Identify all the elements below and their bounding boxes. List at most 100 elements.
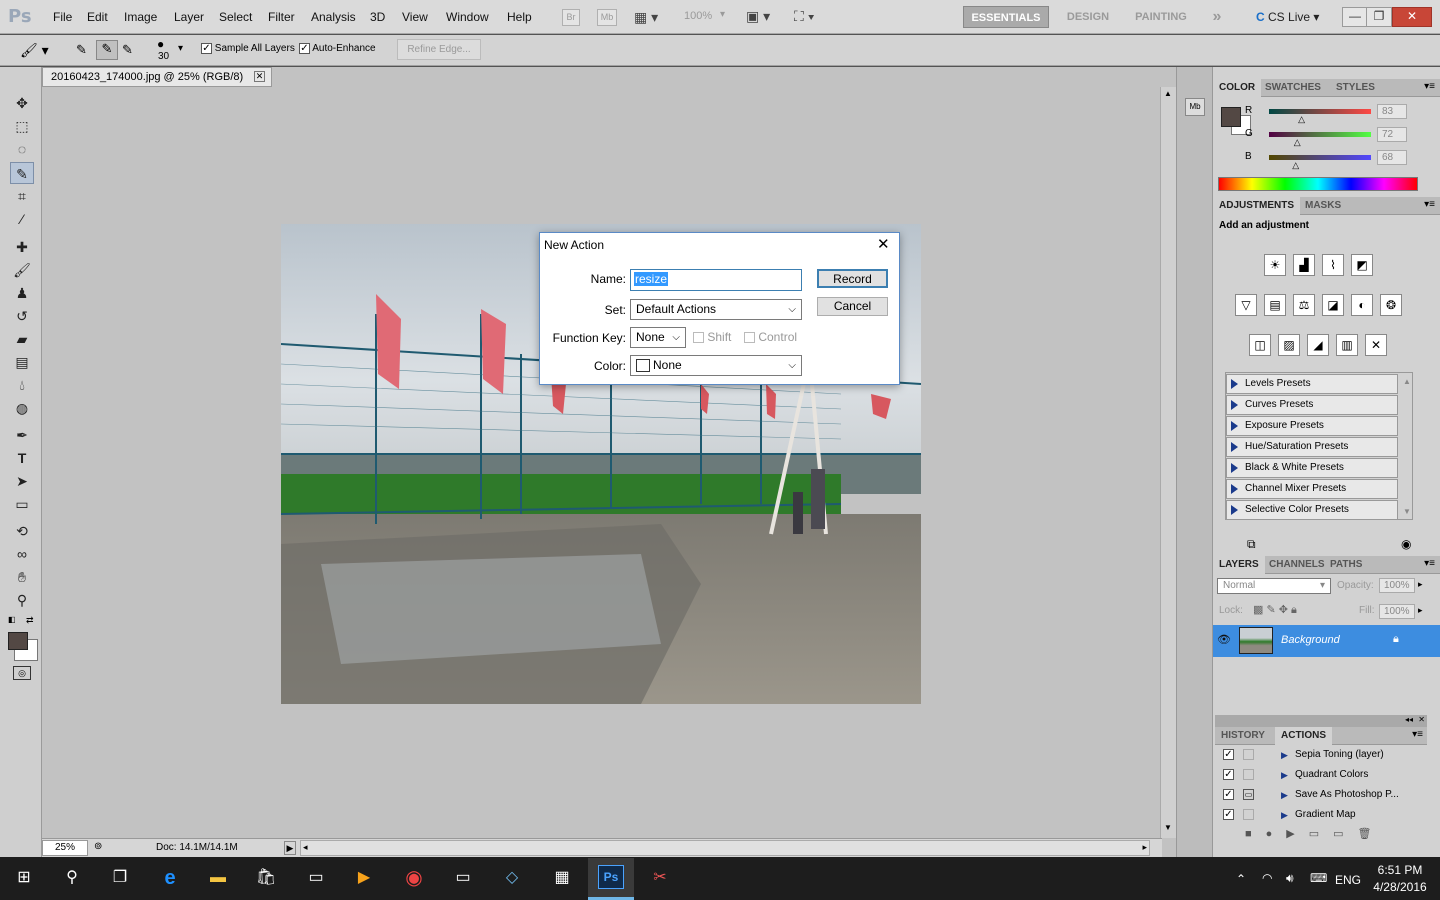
panel-menu-icon[interactable]: ▾≡ <box>1424 199 1435 210</box>
zoom-field[interactable]: 25% <box>42 840 88 856</box>
blend-mode-select[interactable]: Normal ▾ <box>1217 578 1331 594</box>
refine-edge-button[interactable]: Refine Edge... <box>397 39 481 60</box>
foreground-color-swatch[interactable] <box>8 632 28 650</box>
action-toggle-checkbox[interactable]: ✓ <box>1223 789 1234 800</box>
menu-layer[interactable]: Layer <box>174 10 204 24</box>
threshold-icon[interactable]: ◢ <box>1307 334 1329 356</box>
dialog-toggle-box[interactable] <box>1243 749 1254 760</box>
g-value[interactable]: 72 <box>1377 127 1407 142</box>
dodge-tool-icon[interactable]: ◍ <box>10 397 34 419</box>
screen-mode-icon[interactable]: ⛶ ▾ <box>794 8 815 25</box>
rectangle-tool-icon[interactable]: ▭ <box>10 493 34 515</box>
action-toggle-checkbox[interactable]: ✓ <box>1223 749 1234 760</box>
mini-bridge-icon[interactable]: Mb <box>1185 98 1205 116</box>
action-toggle-checkbox[interactable]: ✓ <box>1223 809 1234 820</box>
collapse-panel-icon[interactable]: ◂◂ <box>1405 715 1413 724</box>
store-icon[interactable]: 🛍︎ <box>252 864 280 892</box>
function-key-select[interactable]: None ⌵ <box>630 327 686 348</box>
channel-mixer-icon[interactable]: ❂ <box>1380 294 1402 316</box>
set-select[interactable]: Default Actions ⌵ <box>630 299 802 320</box>
snipping-tool-icon[interactable]: ✂ <box>646 864 674 892</box>
brush-tool-icon[interactable]: 🖌︎ <box>10 259 34 281</box>
clock-time[interactable]: 6:51 PM <box>1372 863 1428 877</box>
scroll-left-icon[interactable]: ◂ <box>303 842 308 853</box>
tab-adjustments[interactable]: ADJUSTMENTS <box>1213 197 1301 215</box>
dialog-toggle-box[interactable] <box>1243 769 1254 780</box>
crop-tool-icon[interactable]: ⌗ <box>10 185 34 207</box>
lasso-tool-icon[interactable]: ◌ <box>10 138 34 160</box>
black-white-icon[interactable]: ◪ <box>1322 294 1344 316</box>
workspace-more[interactable]: » <box>1204 6 1230 28</box>
actions-footer-buttons[interactable]: ■●▶▭▭🗑︎ <box>1245 827 1386 840</box>
menu-analysis[interactable]: Analysis <box>311 10 356 24</box>
b-value[interactable]: 68 <box>1377 150 1407 165</box>
eye-visibility-icon[interactable]: 👁︎ <box>1217 633 1231 646</box>
preset-channel-mixer[interactable]: Channel Mixer Presets <box>1226 479 1398 499</box>
gradient-map-icon[interactable]: ▥ <box>1336 334 1358 356</box>
bridge-button[interactable]: Br <box>562 9 580 26</box>
menu-image[interactable]: Image <box>124 10 157 24</box>
edge-browser-icon[interactable]: e <box>156 864 184 892</box>
marquee-tool-icon[interactable]: ⬚ <box>10 115 34 137</box>
clock-date[interactable]: 4/28/2016 <box>1372 880 1428 894</box>
layer-row-background[interactable]: 👁︎ Background 🔒︎ <box>1213 625 1440 657</box>
panel-menu-icon[interactable]: ▾≡ <box>1424 81 1435 92</box>
clone-stamp-tool-icon[interactable]: ♟ <box>10 282 34 304</box>
document-tab[interactable]: 20160423_174000.jpg @ 25% (RGB/8) ✕ <box>42 67 272 87</box>
auto-enhance-checkbox[interactable]: ✓ Auto-Enhance <box>299 43 376 54</box>
opacity-slider-arrow-icon[interactable]: ▸ <box>1418 579 1423 590</box>
brush-dropdown-icon[interactable]: ▾ <box>178 43 183 54</box>
tray-chevron-up-icon[interactable]: ⌃ <box>1236 872 1246 886</box>
workspace-design[interactable]: DESIGN <box>1058 6 1118 28</box>
curves-icon[interactable]: ⌇ <box>1322 254 1344 276</box>
tab-channels[interactable]: CHANNELS <box>1263 556 1331 574</box>
zoom-level[interactable]: 100% <box>684 10 712 22</box>
action-row[interactable]: ✓ ▶ Gradient Map <box>1217 805 1413 825</box>
volume-icon[interactable]: 🔊︎ <box>1286 871 1294 886</box>
menu-file[interactable]: File <box>53 10 72 24</box>
posterize-icon[interactable]: ▨ <box>1278 334 1300 356</box>
history-brush-tool-icon[interactable]: ↺ <box>10 305 34 327</box>
subtract-from-selection-icon[interactable]: ✎ <box>122 42 133 58</box>
hue-saturation-icon[interactable]: ▤ <box>1264 294 1286 316</box>
dialog-toggle-box[interactable] <box>1243 809 1254 820</box>
panel-menu-icon[interactable]: ▾≡ <box>1424 558 1435 569</box>
cancel-button[interactable]: Cancel <box>817 297 888 316</box>
status-options-icon[interactable]: ⊚ <box>94 841 102 852</box>
arrange-documents-icon[interactable]: ▣ ▾ <box>746 8 770 25</box>
panel-menu-icon[interactable]: ▾≡ <box>1412 729 1423 740</box>
brush-picker-icon[interactable]: ● <box>157 37 164 51</box>
selective-color-icon[interactable]: ✕ <box>1365 334 1387 356</box>
action-name-input[interactable]: resize <box>630 269 802 291</box>
chrome-browser-icon[interactable]: ◉ <box>400 864 428 892</box>
notes-app-icon[interactable]: ◇ <box>498 864 526 892</box>
eyedropper-tool-icon[interactable]: ⁄ <box>10 208 34 230</box>
expand-triangle-icon[interactable]: ▶ <box>1281 805 1288 825</box>
action-toggle-checkbox[interactable]: ✓ <box>1223 769 1234 780</box>
search-icon[interactable]: ⚲ <box>58 864 86 892</box>
tab-masks[interactable]: MASKS <box>1299 197 1347 215</box>
status-menu-arrow-icon[interactable]: ▶ <box>284 841 296 855</box>
presets-scroll-down-icon[interactable]: ▼ <box>1403 507 1411 516</box>
workspace-essentials[interactable]: ESSENTIALS <box>963 6 1049 28</box>
default-colors-icon[interactable]: ◧ <box>8 615 16 624</box>
type-tool-icon[interactable]: T <box>10 447 34 469</box>
fill-slider-arrow-icon[interactable]: ▸ <box>1418 605 1423 616</box>
exposure-icon[interactable]: ◩ <box>1351 254 1373 276</box>
expand-triangle-icon[interactable]: ▶ <box>1281 785 1288 805</box>
preset-hue-saturation[interactable]: Hue/Saturation Presets <box>1226 437 1398 457</box>
minimize-button[interactable]: — <box>1342 7 1368 27</box>
move-tool-icon[interactable]: ✥ <box>10 92 34 114</box>
r-slider[interactable] <box>1269 109 1371 114</box>
action-row[interactable]: ✓ ▶ Sepia Toning (layer) <box>1217 745 1413 765</box>
3d-rotate-tool-icon[interactable]: ⟲ <box>10 520 34 542</box>
clip-to-layer-icon[interactable]: ◉ <box>1401 537 1411 551</box>
add-to-selection-icon[interactable]: ✎ <box>96 40 118 60</box>
quick-mask-icon[interactable]: ◎ <box>13 666 31 680</box>
quick-selection-tool-preset-icon[interactable]: 🖌︎ ▾ <box>20 42 49 59</box>
preset-selective-color[interactable]: Selective Color Presets <box>1226 500 1398 520</box>
r-slider-thumb[interactable]: △ <box>1298 114 1305 125</box>
scroll-up-icon[interactable]: ▲ <box>1164 89 1172 98</box>
menu-select[interactable]: Select <box>219 10 252 24</box>
fill-value[interactable]: 100% <box>1379 604 1415 619</box>
